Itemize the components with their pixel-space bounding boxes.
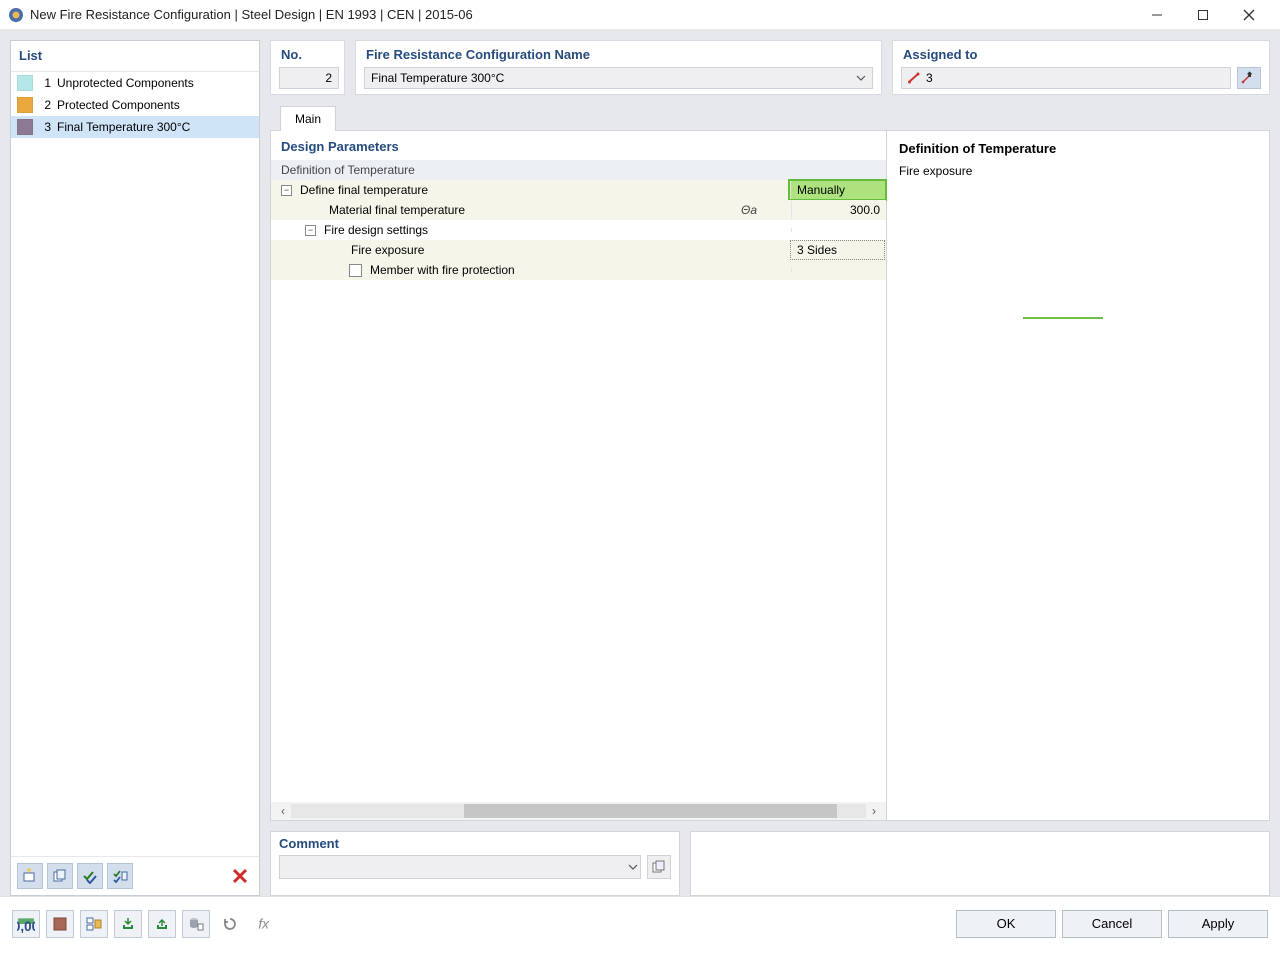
maximize-button[interactable] (1180, 0, 1226, 30)
tree-label: Define final temperature (298, 183, 739, 197)
no-input[interactable] (279, 67, 339, 89)
list-num: 1 (39, 76, 51, 90)
tree-row-define-final[interactable]: − Define final temperature Manually (271, 180, 886, 200)
member-icon (908, 72, 920, 84)
beam-preview-icon (1003, 298, 1153, 358)
new-item-button[interactable] (17, 863, 43, 889)
tree-label: Fire design settings (322, 223, 741, 237)
export-button[interactable] (148, 910, 176, 938)
assign-value: 3 (926, 71, 933, 85)
tree-label: Member with fire protection (368, 263, 741, 277)
database-button[interactable] (182, 910, 210, 938)
color-button[interactable] (46, 910, 74, 938)
main-panel: No. Fire Resistance Configuration Name F… (270, 40, 1270, 896)
svg-text:fx: fx (258, 916, 270, 931)
name-label: Fire Resistance Configuration Name (356, 41, 881, 64)
mat-temp-value[interactable]: 300.0 (791, 201, 886, 219)
collapse-icon[interactable]: − (305, 225, 316, 236)
tree-row-fire-exposure[interactable]: Fire exposure 3 Sides (271, 240, 886, 260)
comment-select[interactable] (279, 855, 641, 879)
check-button[interactable] (77, 863, 103, 889)
hscrollbar[interactable]: ‹ › (271, 802, 886, 820)
minimize-button[interactable] (1134, 0, 1180, 30)
collapse-icon[interactable]: − (281, 185, 292, 196)
member-protection-checkbox[interactable] (349, 264, 362, 277)
apply-button[interactable]: Apply (1168, 910, 1268, 938)
comment-title: Comment (279, 836, 671, 851)
ok-button[interactable]: OK (956, 910, 1056, 938)
fx-button[interactable]: fx (250, 910, 278, 938)
info-preview (899, 178, 1257, 478)
list-header: List (11, 41, 259, 72)
list-item[interactable]: 2 Protected Components (11, 94, 259, 116)
list-items: 1 Unprotected Components 2 Protected Com… (11, 72, 259, 856)
tab-main[interactable]: Main (280, 106, 336, 131)
import-button[interactable] (114, 910, 142, 938)
parameter-tree: − Define final temperature Manually Mate… (271, 180, 886, 280)
no-label: No. (271, 41, 344, 64)
tabs: Main (270, 105, 1270, 131)
name-value: Final Temperature 300°C (371, 71, 856, 85)
app-icon (8, 7, 24, 23)
comment-panel: Comment (270, 831, 680, 896)
fire-exposure-value[interactable]: 3 Sides (790, 240, 885, 260)
list-label: Final Temperature 300°C (57, 120, 190, 134)
design-parameters-title: Design Parameters (271, 131, 886, 160)
assign-label: Assigned to (893, 41, 1269, 64)
list-num: 2 (39, 98, 51, 112)
pick-button[interactable] (1237, 67, 1261, 89)
tree-symbol: Θa (741, 203, 791, 217)
comment-library-button[interactable] (647, 855, 671, 879)
close-button[interactable] (1226, 0, 1272, 30)
info-panel: Definition of Temperature Fire exposure (887, 130, 1270, 821)
titlebar: New Fire Resistance Configuration | Stee… (0, 0, 1280, 30)
definition-section: Definition of Temperature (271, 160, 886, 180)
chevron-down-icon (628, 862, 638, 872)
list-item[interactable]: 3 Final Temperature 300°C (11, 116, 259, 138)
extra-panel (690, 831, 1270, 896)
list-label: Protected Components (57, 98, 180, 112)
footer: 0,00 fx OK Cancel Apply (0, 896, 1280, 950)
list-swatch (17, 75, 33, 91)
chevron-down-icon (856, 73, 866, 83)
list-swatch (17, 97, 33, 113)
design-parameters-panel: Design Parameters Definition of Temperat… (270, 130, 887, 821)
svg-text:0,00: 0,00 (17, 918, 35, 932)
list-toolbar (11, 856, 259, 895)
list-panel: List 1 Unprotected Components 2 Protecte… (10, 40, 260, 896)
assign-input[interactable]: 3 (901, 67, 1231, 89)
tree-row-mat-temp[interactable]: Material final temperature Θa 300.0 (271, 200, 886, 220)
name-panel: Fire Resistance Configuration Name Final… (355, 40, 882, 95)
no-panel: No. (270, 40, 345, 95)
copy-item-button[interactable] (47, 863, 73, 889)
scroll-thumb[interactable] (464, 804, 838, 818)
list-num: 3 (39, 120, 51, 134)
layout-button[interactable] (80, 910, 108, 938)
tree-label: Material final temperature (327, 203, 741, 217)
list-label: Unprotected Components (57, 76, 194, 90)
scroll-right-icon[interactable]: › (866, 804, 882, 818)
define-final-value[interactable]: Manually (790, 181, 885, 199)
cancel-button[interactable]: Cancel (1062, 910, 1162, 938)
tree-row-fire-settings[interactable]: − Fire design settings (271, 220, 886, 240)
assign-panel: Assigned to 3 (892, 40, 1270, 95)
info-title: Definition of Temperature (899, 141, 1257, 156)
window-title: New Fire Resistance Configuration | Stee… (30, 7, 1134, 22)
scroll-left-icon[interactable]: ‹ (275, 804, 291, 818)
tree-label: Fire exposure (349, 243, 739, 257)
units-button[interactable]: 0,00 (12, 910, 40, 938)
check-all-button[interactable] (107, 863, 133, 889)
name-select[interactable]: Final Temperature 300°C (364, 67, 873, 89)
reset-button[interactable] (216, 910, 244, 938)
info-body: Fire exposure (899, 164, 1257, 178)
list-item[interactable]: 1 Unprotected Components (11, 72, 259, 94)
tree-row-member-protection[interactable]: Member with fire protection (271, 260, 886, 280)
delete-item-button[interactable] (227, 863, 253, 889)
list-swatch (17, 119, 33, 135)
